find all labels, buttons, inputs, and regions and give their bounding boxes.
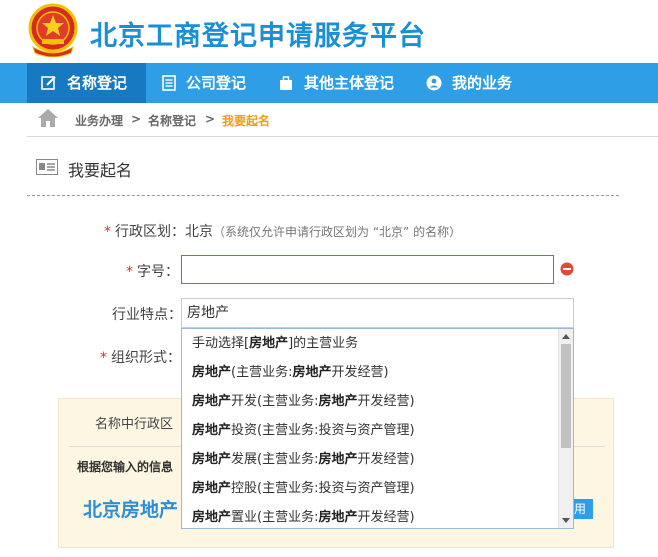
org-form-label: 组织形式： [111,350,181,366]
dropdown-option[interactable]: 房地产投资(主营业务:投资与资产管理) [192,418,415,444]
breadcrumb-item-current: 我要起名 [222,114,271,128]
id-card-icon [36,159,58,175]
option-text: 发展(主营业务: [231,452,319,467]
site-header: 北京工商登记申请服务平台 [0,0,658,63]
option-text: 房地产 [192,452,232,467]
breadcrumb-separator: > [205,112,216,126]
region-row: * 行政区划：北京（系统仅允许申请行政区划为 “北京” 的名称） [104,221,461,241]
option-text: 开发经营) [357,452,415,467]
industry-input[interactable]: 房地产 [181,298,574,328]
option-text: ]的主营业务 [288,336,359,351]
dropdown-option[interactable]: 房地产置业(主营业务:房地产开发经营) [192,505,415,528]
document-icon [162,75,176,91]
dropdown-option[interactable]: 房地产(主营业务:房地产开发经营) [192,360,389,386]
nav-label: 其他主体登记 [304,74,395,92]
option-text: 房地产 [318,394,358,409]
required-mark: * [126,264,133,280]
scroll-thumb[interactable] [561,344,571,448]
option-text: 投资(主营业务:投资与资产管理) [231,423,415,438]
option-text: 手动选择[ [192,336,250,351]
option-text: 控股(主营业务:投资与资产管理) [231,481,415,496]
breadcrumb-separator: > [131,112,142,126]
required-mark: * [100,350,107,366]
name-label: 字号： [137,264,179,280]
nav-label: 我的业务 [452,74,513,92]
trade-name-input[interactable] [181,255,554,284]
breadcrumb: 业务办理 > 名称登记 > 我要起名 [27,103,658,137]
breadcrumb-item-name-registration[interactable]: 名称登记 [148,112,196,129]
suggested-name: 北京房地产 [83,499,179,521]
name-label-row: * 字号： [126,261,179,281]
national-emblem-icon [28,3,78,57]
dropdown-scrollbar[interactable] [558,329,573,528]
nav-item-company-registration[interactable]: 公司登记 [146,63,264,103]
region-label: 行政区划： [115,224,185,240]
option-text: 房地产 [318,510,358,525]
region-value: 北京 [185,224,213,240]
user-circle-icon [426,75,442,91]
region-note: （系统仅允许申请行政区划为 “北京” 的名称） [213,225,462,239]
home-icon[interactable] [37,108,59,128]
option-text: 房地产 [192,510,232,525]
suggestion-heading: 根据您输入的信息 [77,460,174,474]
dropdown-option[interactable]: 手动选择[房地产]的主营业务 [192,331,358,357]
option-text: 房地产 [192,394,232,409]
nav-label: 公司登记 [186,74,247,92]
nav-label: 名称登记 [67,74,128,92]
main-nav: 名称登记 公司登记 其他主体登记 我的业务 [0,63,658,103]
option-text: 开发经营) [357,394,415,409]
option-text: 开发经营) [357,510,415,525]
scroll-up-icon[interactable] [562,334,570,339]
option-text: 开发经营) [331,365,389,380]
dropdown-option[interactable]: 房地产控股(主营业务:投资与资产管理) [192,476,415,502]
industry-suggestion-dropdown: 手动选择[房地产]的主营业务 房地产(主营业务:房地产开发经营) 房地产开发(主营业… [181,328,574,529]
scroll-down-icon[interactable] [562,518,570,523]
edit-icon [41,76,56,90]
page-title: 我要起名 [68,161,133,180]
option-text: 房地产 [292,365,332,380]
divider [27,195,619,196]
nav-item-name-registration[interactable]: 名称登记 [27,63,146,103]
option-text: 房地产 [318,452,358,467]
option-text: 置业(主营业务: [231,510,319,525]
dropdown-option[interactable]: 房地产开发(主营业务:房地产开发经营) [192,389,415,415]
industry-label: 行业特点： [112,307,182,323]
required-mark: * [104,224,111,240]
option-text: 房地产 [192,481,232,496]
site-title: 北京工商登记申请服务平台 [90,21,426,52]
region-in-name-label: 名称中行政区 [95,417,174,432]
error-icon [560,262,574,276]
breadcrumb-item-business[interactable]: 业务办理 [75,112,123,129]
option-text: 房地产 [192,423,232,438]
option-text: 房地产 [192,365,232,380]
option-text: 开发(主营业务: [231,394,319,409]
option-text: (主营业务: [231,365,293,380]
nav-item-other-entity-registration[interactable]: 其他主体登记 [264,63,412,103]
option-text: 房地产 [249,336,289,351]
nav-item-my-business[interactable]: 我的业务 [412,63,532,103]
briefcase-icon [280,76,292,90]
dropdown-option[interactable]: 房地产发展(主营业务:房地产开发经营) [192,447,415,473]
org-label-row: * 组织形式： [100,347,181,367]
